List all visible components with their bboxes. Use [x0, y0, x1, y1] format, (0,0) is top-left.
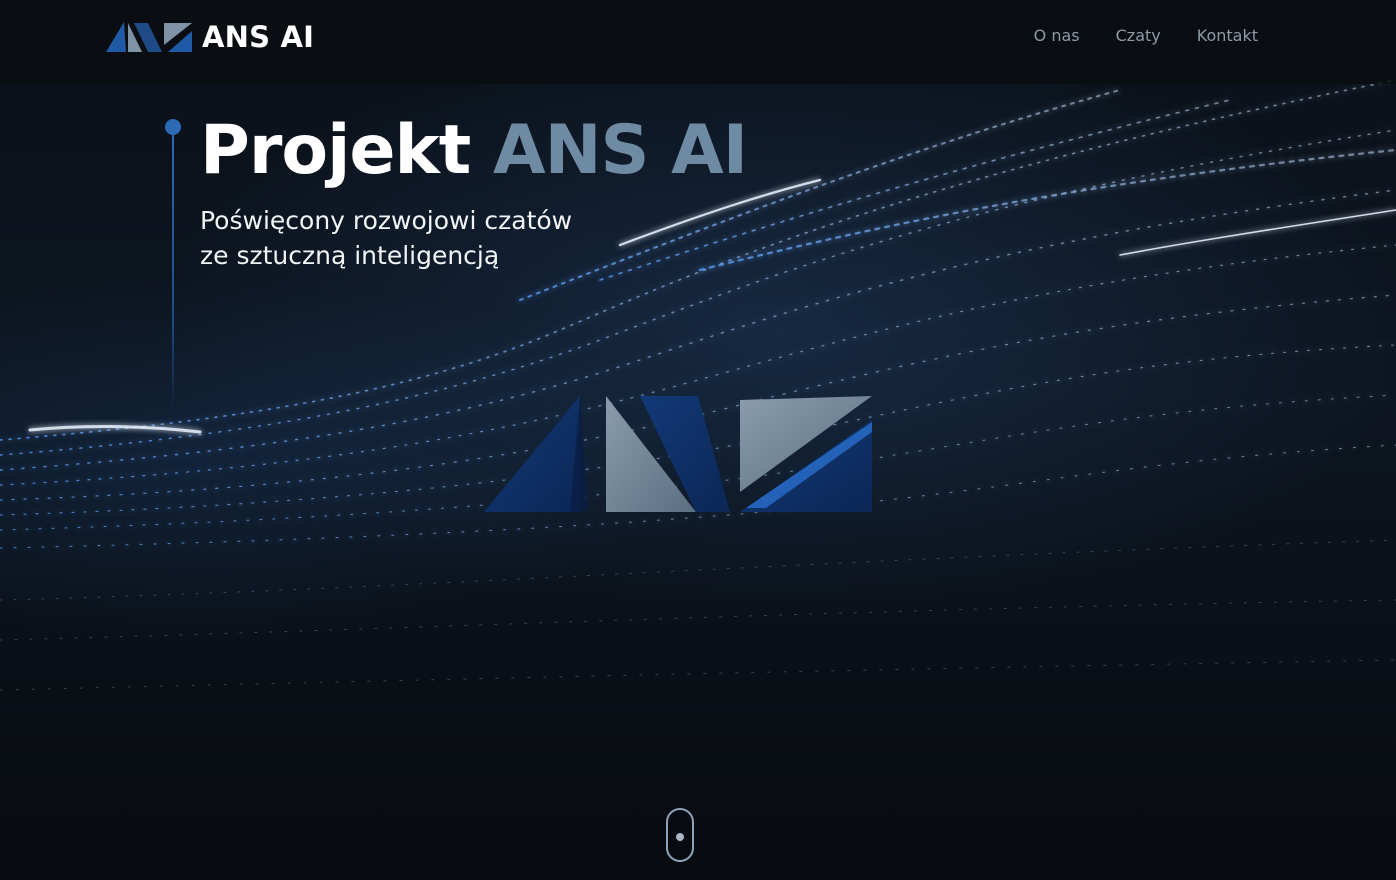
main-nav: O nas Czaty Kontakt [998, 26, 1258, 45]
hero-title-part1: Projekt [200, 111, 471, 190]
ans-logo-icon [484, 396, 872, 512]
hero-subtitle-line2: ze sztuczną inteligencją [200, 241, 500, 270]
brand-link[interactable]: ANS AI [106, 20, 314, 54]
brand-name: ANS AI [202, 20, 315, 54]
nav-item-kontakt[interactable]: Kontakt [1197, 26, 1258, 45]
hero-subtitle: Poświęcony rozwojowi czatów ze sztuczną … [200, 203, 572, 273]
ans-logo-icon [106, 22, 192, 52]
nav-item-o-nas[interactable]: O nas [1034, 26, 1080, 45]
hero-subtitle-line1: Poświęcony rozwojowi czatów [200, 206, 573, 235]
hero-title: Projekt ANS AI [200, 108, 748, 194]
hero-title-part2: ANS AI [492, 111, 748, 190]
scroll-mouse-icon[interactable] [666, 808, 694, 862]
nav-item-czaty[interactable]: Czaty [1116, 26, 1161, 45]
navbar: ANS AI O nas Czaty Kontakt [0, 0, 1396, 84]
scroll-wheel-dot [676, 833, 684, 841]
page: ANS AI O nas Czaty Kontakt Projekt ANS A… [0, 0, 1396, 880]
hero-vertical-line [172, 130, 174, 410]
